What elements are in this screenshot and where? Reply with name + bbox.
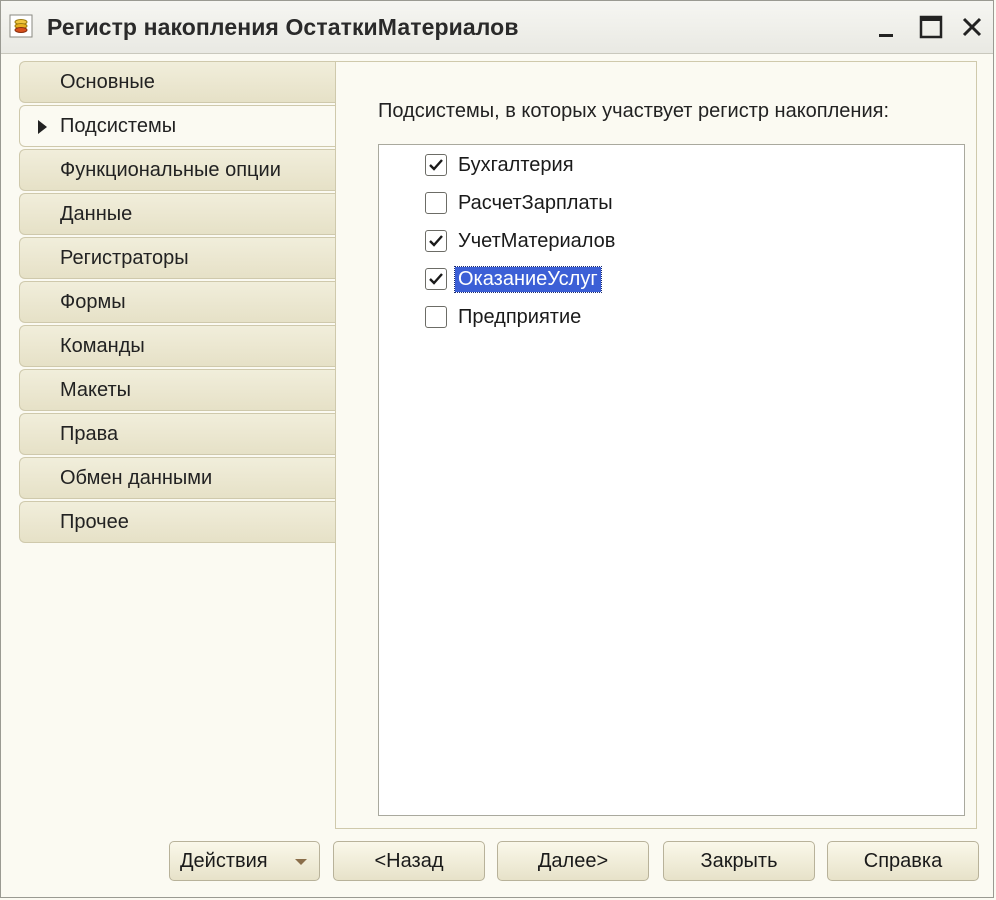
back-button[interactable]: <Назад — [333, 841, 485, 881]
tab-label: Данные — [60, 203, 133, 225]
next-button[interactable]: Далее> — [497, 841, 649, 881]
tab-functional-options[interactable]: Функциональные опции — [19, 149, 337, 191]
title-bar: Регистр накопления ОстаткиМатериалов — [1, 1, 993, 54]
actions-button[interactable]: Действия — [169, 841, 320, 881]
accumulation-register-icon — [9, 14, 33, 38]
subsystem-label: Предприятие — [458, 306, 582, 328]
checkmark-icon — [429, 235, 443, 247]
subsystem-label: ОказаниеУслуг — [454, 266, 602, 293]
close-button[interactable]: Закрыть — [663, 841, 815, 881]
subsystems-panel: Подсистемы, в которых участвует регистр … — [335, 61, 977, 829]
subsystems-list[interactable]: Бухгалтерия РасчетЗарплаты УчетМатериало… — [378, 144, 965, 816]
register-window: Регистр накопления ОстаткиМатериалов Осн… — [0, 0, 994, 898]
tab-label: Подсистемы — [60, 115, 177, 137]
tab-registrators[interactable]: Регистраторы — [19, 237, 337, 279]
window-title: Регистр накопления ОстаткиМатериалов — [47, 14, 519, 40]
subsystem-checkbox[interactable] — [425, 306, 447, 328]
tab-label: Обмен данными — [60, 467, 213, 489]
minimize-icon[interactable] — [873, 13, 901, 41]
tab-label: Регистраторы — [60, 247, 189, 269]
tab-rights[interactable]: Права — [19, 413, 337, 455]
tab-label: Макеты — [60, 379, 131, 401]
subsystem-label: РасчетЗарплаты — [458, 192, 613, 214]
tab-data-exchange[interactable]: Обмен данными — [19, 457, 337, 499]
tab-basic[interactable]: Основные — [19, 61, 337, 103]
current-tab-arrow-icon — [38, 120, 47, 134]
tab-subsystems[interactable]: Подсистемы — [19, 105, 337, 147]
tab-forms[interactable]: Формы — [19, 281, 337, 323]
sidebar: Основные Подсистемы Функциональные опции… — [19, 61, 337, 545]
actions-button-label: Действия — [180, 850, 268, 872]
subsystem-checkbox[interactable] — [425, 154, 447, 176]
subsystem-checkbox[interactable] — [425, 192, 447, 214]
subsystem-checkbox[interactable] — [425, 268, 447, 290]
tab-label: Основные — [60, 71, 155, 93]
tab-other[interactable]: Прочее — [19, 501, 337, 543]
tab-commands[interactable]: Команды — [19, 325, 337, 367]
tab-data[interactable]: Данные — [19, 193, 337, 235]
close-icon[interactable] — [958, 13, 986, 41]
tab-label: Прочее — [60, 511, 129, 533]
tab-templates[interactable]: Макеты — [19, 369, 337, 411]
tab-label: Права — [60, 423, 119, 445]
checkmark-icon — [429, 273, 443, 285]
subsystems-prompt: Подсистемы, в которых участвует регистр … — [378, 100, 890, 122]
help-button[interactable]: Справка — [827, 841, 979, 881]
subsystem-label: УчетМатериалов — [458, 230, 616, 252]
dropdown-arrow-icon — [295, 859, 307, 865]
maximize-icon[interactable] — [917, 13, 945, 41]
checkmark-icon — [429, 159, 443, 171]
subsystem-checkbox[interactable] — [425, 230, 447, 252]
subsystem-label: Бухгалтерия — [458, 154, 574, 176]
tab-label: Формы — [60, 291, 126, 313]
tab-label: Функциональные опции — [60, 159, 281, 181]
tab-label: Команды — [60, 335, 145, 357]
